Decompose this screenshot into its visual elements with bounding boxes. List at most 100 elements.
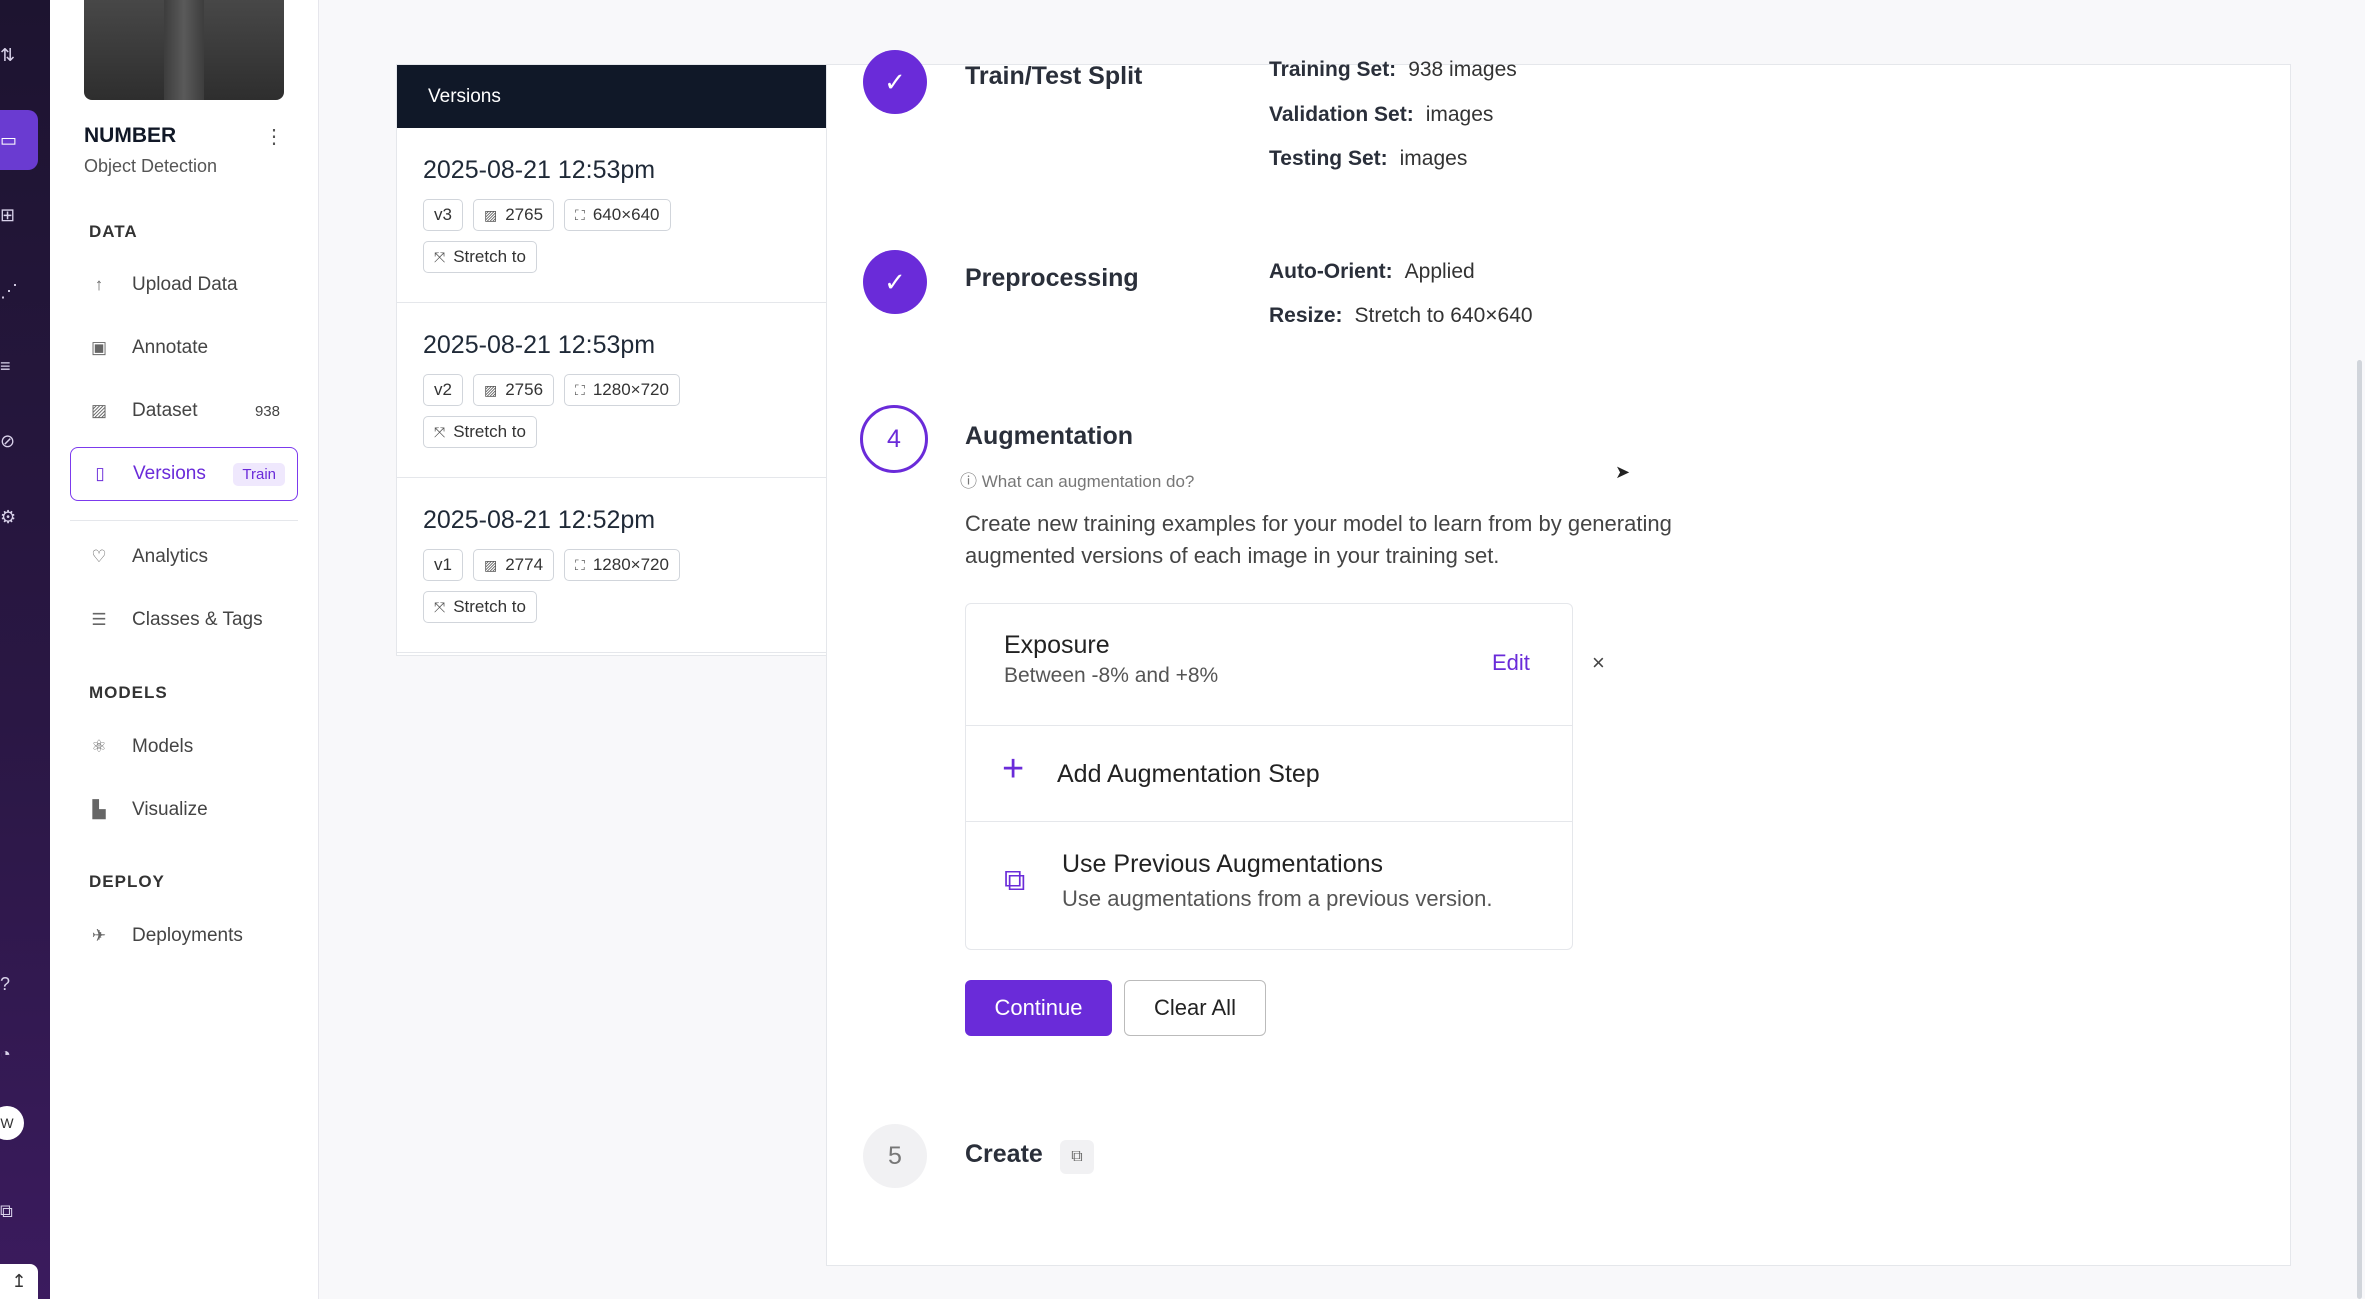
augmentation-description: Create new training examples for your mo… — [965, 511, 1672, 568]
versions-icon: ▯ — [95, 464, 105, 483]
resize-chip: ⤧ Stretch to — [423, 241, 537, 273]
exposure-title: Exposure — [1004, 631, 1110, 659]
version-date: 2025-08-21 12:53pm — [423, 331, 656, 359]
image-icon: ▨ — [483, 381, 498, 398]
mouse-cursor-icon: ➤ — [1615, 462, 1631, 482]
inbox-icon[interactable]: ▭ — [0, 131, 18, 149]
bell-icon[interactable]: ◔ — [0, 1045, 18, 1063]
versions-header: Versions — [397, 65, 827, 128]
rocket-icon: ✈ — [91, 926, 107, 945]
sidebar-item-analytics[interactable]: ♡ Analytics — [70, 530, 298, 584]
version-item[interactable]: 2025-08-21 12:53pm v3 ▨ 2765 ⛶ 640×640 ⤧ St… — [397, 128, 827, 303]
expand-icon: ⛶ — [575, 206, 585, 223]
sidebar: NUMBER ⋮ Object Detection DATA ↑ Upload … — [50, 0, 319, 1299]
continue-button[interactable]: Continue — [965, 980, 1112, 1036]
remove-exposure-close-icon[interactable]: × — [1592, 650, 1605, 676]
sidebar-item-classes[interactable]: ☰ Classes & Tags — [70, 593, 298, 647]
sidebar-item-deployments[interactable]: ✈ Deployments — [70, 909, 298, 963]
version-item[interactable]: 2025-08-21 12:52pm v1 ▨ 2774 ⛶ 1280×720 ⤧ S… — [397, 478, 827, 653]
bar-chart-icon: ▙ — [92, 800, 106, 819]
augmentation-box: Exposure Between -8% and +8% Edit + Add … — [965, 603, 1573, 950]
upload-icon: ↑ — [94, 275, 104, 294]
section-data: DATA — [89, 222, 138, 241]
sidebar-item-label: Analytics — [132, 546, 209, 567]
project-name: NUMBER — [84, 124, 177, 147]
image-icon: ▨ — [90, 401, 108, 420]
exposure-row: Exposure Between -8% and +8% Edit — [966, 604, 1572, 726]
version-date: 2025-08-21 12:53pm — [423, 156, 656, 184]
copy-icon: ⧉ — [1004, 864, 1026, 897]
list-icon: ☰ — [91, 610, 107, 629]
sidebar-item-label: Versions — [133, 463, 206, 484]
heart-pulse-icon: ♡ — [91, 547, 107, 566]
validation-set-row: Validation Set: images — [1269, 103, 1494, 126]
version-date: 2025-08-21 12:52pm — [423, 506, 656, 534]
analytics-rail-icon[interactable]: ⋰ — [0, 282, 18, 300]
testing-set-row: Testing Set: images — [1269, 147, 1468, 170]
expand-icon: ⛶ — [575, 556, 585, 573]
kebab-menu-icon[interactable]: ⋮ — [264, 124, 284, 149]
page-scrollbar[interactable] — [2357, 360, 2362, 1299]
step-title-preprocessing: Preprocessing — [965, 264, 1139, 292]
step-title-augmentation: Augmentation — [965, 422, 1134, 450]
models-icon: ⚛ — [91, 737, 107, 756]
version-item[interactable]: 2025-08-21 12:53pm v2 ▨ 2756 ⛶ 1280×720 ⤧ S… — [397, 303, 827, 478]
train-tag: Train — [233, 462, 285, 486]
project-thumbnail — [84, 0, 284, 100]
add-augmentation-step-button[interactable]: + Add Augmentation Step — [966, 726, 1572, 822]
sidebar-item-visualize[interactable]: ▙ Visualize — [70, 783, 298, 837]
clear-all-button[interactable]: Clear All — [1124, 980, 1266, 1036]
sidebar-item-label: Annotate — [132, 337, 209, 358]
avatar[interactable]: W — [0, 1106, 24, 1140]
step-number-augmentation: 4 — [860, 405, 928, 473]
sidebar-item-upload[interactable]: ↑ Upload Data — [70, 258, 298, 312]
stretch-icon: ⤧ — [434, 598, 446, 615]
size-chip: ⛶ 640×640 — [564, 199, 671, 231]
exposure-range: Between -8% and +8% — [1004, 664, 1219, 687]
versions-panel: Versions 2025-08-21 12:53pm v3 ▨ 2765 ⛶ 64… — [396, 64, 827, 656]
section-models: MODELS — [89, 683, 168, 702]
annotate-icon: ▣ — [90, 338, 108, 357]
sidebar-item-label: Visualize — [132, 799, 208, 820]
resize-row: Resize: Stretch to 640×640 — [1269, 304, 1533, 327]
step-done-preprocessing: ✓ — [863, 250, 927, 314]
resize-chip: ⤧ Stretch to — [423, 591, 537, 623]
sidebar-item-versions[interactable]: ▯ Versions Train — [70, 447, 298, 501]
help-rail-icon[interactable]: ? — [0, 975, 18, 993]
plus-icon: + — [1002, 748, 1025, 790]
augmentation-help-link[interactable]: ⓘ What can augmentation do? — [960, 467, 1194, 492]
version-chip: v1 — [423, 549, 463, 581]
size-chip: ⛶ 1280×720 — [564, 549, 680, 581]
resize-chip: ⤧ Stretch to — [423, 416, 537, 448]
images-chip: ▨ 2765 — [472, 199, 555, 231]
workflow-icon[interactable]: ⊞ — [0, 206, 18, 224]
sidebar-item-dataset[interactable]: ▨ Dataset 938 — [70, 384, 298, 438]
auto-orient-row: Auto-Orient: Applied — [1269, 260, 1475, 283]
exposure-edit-button[interactable]: Edit — [1492, 650, 1530, 676]
step-done-split: ✓ — [863, 50, 927, 114]
dataset-count-badge: 938 — [254, 402, 280, 420]
stretch-icon: ⤧ — [434, 423, 446, 440]
upload-rail-icon[interactable]: ↥ — [0, 1264, 38, 1299]
step-number-create: 5 — [863, 1124, 927, 1188]
sidebar-item-annotate[interactable]: ▣ Annotate — [70, 321, 298, 375]
icon-rail: ⇅ ▭ ⊞ ⋰ ≡ ⊘ ⚙ ? ◔ W ⧉ ↥ — [0, 0, 50, 1299]
images-chip: ▨ 2756 — [472, 374, 555, 406]
sidebar-item-models[interactable]: ⚛ Models — [70, 720, 298, 774]
settings-rail-icon[interactable]: ⚙ — [0, 508, 18, 526]
image-icon: ▨ — [483, 556, 498, 573]
images-chip: ▨ 2774 — [472, 549, 555, 581]
version-chip: v3 — [423, 199, 463, 231]
section-deploy: DEPLOY — [89, 872, 165, 891]
step-title-create: Create — [965, 1140, 1043, 1168]
stack-rail-icon[interactable]: ⧉ — [0, 1202, 18, 1220]
use-previous-augmentations-button[interactable]: Use Previous Augmentations — [1062, 850, 1383, 879]
sort-icon[interactable]: ⇅ — [0, 46, 18, 64]
version-chip: v2 — [423, 374, 463, 406]
list-rail-icon[interactable]: ≡ — [0, 357, 18, 375]
expand-icon: ⛶ — [575, 381, 585, 398]
add-step-label: Add Augmentation Step — [1057, 760, 1320, 788]
training-set-row: Training Set: 938 images — [1269, 58, 1517, 81]
deploy-rail-icon[interactable]: ⊘ — [0, 432, 18, 450]
size-chip: ⛶ 1280×720 — [564, 374, 680, 406]
